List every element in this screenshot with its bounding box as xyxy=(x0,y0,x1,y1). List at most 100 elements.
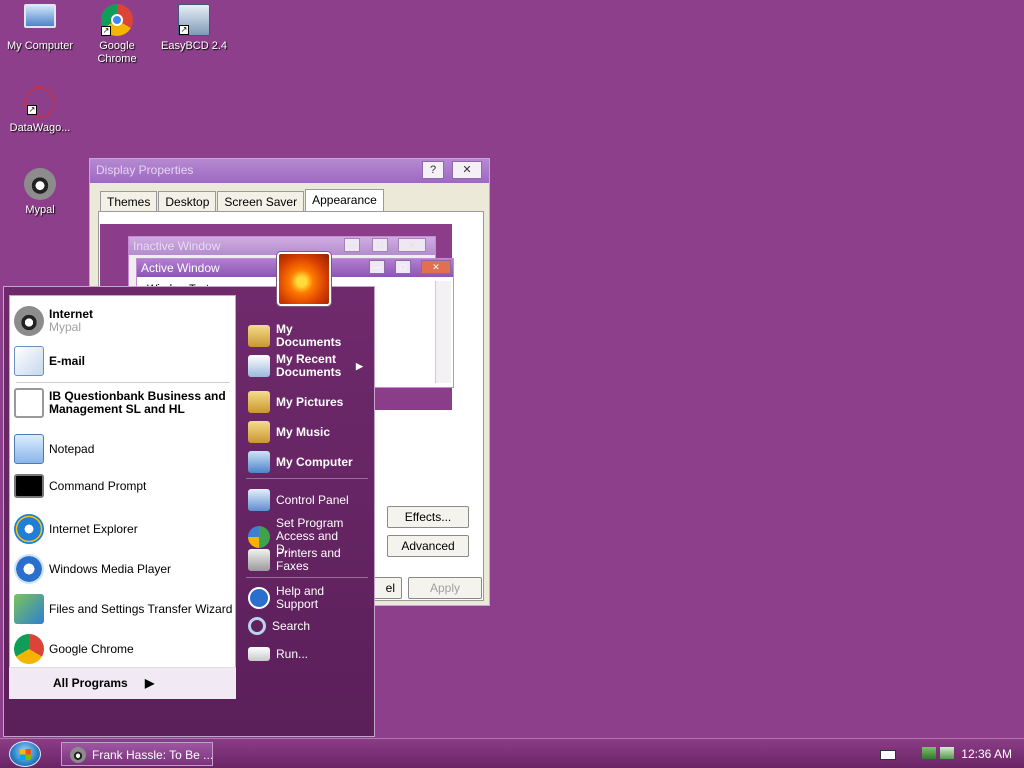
shortcut-arrow-icon: ↗ xyxy=(27,105,37,115)
shortcut-arrow-icon: ↗ xyxy=(101,26,111,36)
email-icon xyxy=(14,346,44,376)
places-run[interactable]: Run... xyxy=(248,647,374,661)
control-panel-icon xyxy=(248,489,270,511)
pinned-email-label: E-mail xyxy=(49,353,86,368)
places-my-pictures[interactable]: My Pictures xyxy=(248,391,374,413)
places-label: My Recent Documents xyxy=(276,352,342,379)
help-icon xyxy=(248,587,270,609)
desktop-icon-easybcd[interactable]: ↗ EasyBCD 2.4 xyxy=(154,4,234,53)
tab-appearance[interactable]: Appearance xyxy=(305,189,384,211)
places-search[interactable]: Search xyxy=(248,617,374,635)
places-my-documents[interactable]: My Documents xyxy=(248,323,374,349)
places-my-computer[interactable]: My Computer xyxy=(248,451,374,473)
recent-program-files-settings-transfer[interactable]: Files and Settings Transfer Wizard xyxy=(14,594,234,624)
raccoon-icon xyxy=(70,747,86,763)
desktop-icon-my-computer[interactable]: My Computer xyxy=(0,4,80,53)
restore-icon: □ xyxy=(395,260,411,274)
places-my-music[interactable]: My Music xyxy=(248,421,374,443)
music-folder-icon xyxy=(248,421,270,443)
recent-program-windows-media-player[interactable]: Windows Media Player xyxy=(14,554,234,584)
recent-program-notepad[interactable]: Notepad xyxy=(14,434,234,464)
places-control-panel[interactable]: Control Panel xyxy=(248,489,374,511)
chrome-icon: ↗ xyxy=(101,4,133,36)
recent-program-label: Command Prompt xyxy=(49,478,147,493)
tab-screen-saver[interactable]: Screen Saver xyxy=(217,191,305,211)
advanced-button[interactable]: Advanced xyxy=(387,535,469,557)
printer-icon xyxy=(248,549,270,571)
search-icon xyxy=(248,617,266,635)
shortcut-arrow-icon: ↗ xyxy=(179,25,189,35)
media-player-icon xyxy=(14,554,44,584)
documents-folder-icon xyxy=(248,325,270,347)
recent-program-internet-explorer[interactable]: Internet Explorer xyxy=(14,514,234,544)
preview-active-title: Active Window xyxy=(141,261,220,275)
pinned-email[interactable]: E-mail xyxy=(14,346,234,376)
tab-strip: Themes Desktop Screen Saver Appearance xyxy=(100,189,385,211)
tab-themes[interactable]: Themes xyxy=(100,191,158,211)
places-label: Control Panel xyxy=(276,492,349,507)
places-label: Search xyxy=(272,618,311,633)
chevron-right-icon: ▶ xyxy=(145,676,155,690)
places-my-recent-documents[interactable]: My Recent Documents ▶ xyxy=(248,353,374,379)
desktop-icon-label: EasyBCD 2.4 xyxy=(160,40,228,52)
places-label: Help and Support xyxy=(276,584,325,611)
internet-explorer-icon xyxy=(14,514,44,544)
taskbar: Frank Hassle: To Be ... 12:36 AM xyxy=(0,738,1024,768)
recent-program-google-chrome[interactable]: Google Chrome xyxy=(14,634,234,664)
start-menu-programs: Internet Mypal E-mail IB Questionbank Bus… xyxy=(9,295,236,699)
places-label: Run... xyxy=(276,646,309,661)
all-programs-button[interactable]: All Programs ▶ xyxy=(9,667,236,699)
close-icon: ✕ xyxy=(398,238,426,252)
divider xyxy=(246,577,368,578)
desktop-icon-label: Mypal xyxy=(25,204,55,216)
command-prompt-icon xyxy=(14,474,44,498)
desktop-icon-mypal[interactable]: Mypal xyxy=(0,168,80,217)
effects-button[interactable]: Effects... xyxy=(387,506,469,528)
taskbar-button-label: Frank Hassle: To Be ... xyxy=(92,748,213,762)
apply-button[interactable]: Apply xyxy=(408,577,482,599)
keyboard-icon[interactable] xyxy=(880,750,896,760)
close-button[interactable]: ✕ xyxy=(452,161,482,179)
safely-remove-icon[interactable] xyxy=(940,747,954,759)
window-title: Display Properties xyxy=(96,163,194,177)
divider xyxy=(246,478,368,479)
minimize-icon: — xyxy=(344,238,360,252)
recent-program-label: Internet Explorer xyxy=(49,521,138,536)
preview-scrollbar xyxy=(435,281,451,383)
start-menu: Internet Mypal E-mail IB Questionbank Bus… xyxy=(3,286,375,737)
divider xyxy=(16,382,230,383)
pinned-internet[interactable]: Internet Mypal xyxy=(14,306,234,336)
start-button[interactable] xyxy=(9,741,41,767)
user-picture xyxy=(277,252,331,306)
places-help-support[interactable]: Help and Support xyxy=(248,585,374,611)
chevron-right-icon: ▶ xyxy=(356,360,363,371)
recent-program-label: Notepad xyxy=(49,441,95,456)
recent-documents-icon xyxy=(248,355,270,377)
minimize-icon: — xyxy=(369,260,385,274)
desktop-icon-label: DataWago... xyxy=(9,122,71,134)
tab-desktop[interactable]: Desktop xyxy=(158,191,217,211)
recent-program-label: IB Questionbank Business and Management … xyxy=(49,389,226,416)
computer-icon xyxy=(24,4,56,28)
window-titlebar[interactable]: Display Properties ? ✕ xyxy=(90,159,489,183)
recent-program-label: Files and Settings Transfer Wizard xyxy=(49,601,233,616)
network-icon[interactable] xyxy=(922,747,936,759)
raccoon-icon xyxy=(24,168,56,200)
places-label: My Pictures xyxy=(276,394,344,409)
help-button[interactable]: ? xyxy=(422,161,444,179)
all-programs-label: All Programs xyxy=(53,676,128,690)
recent-program-label: Windows Media Player xyxy=(49,561,172,576)
places-label: My Documents xyxy=(276,322,342,349)
notepad-icon xyxy=(14,434,44,464)
desktop-icon-label: My Computer xyxy=(6,40,74,52)
clock[interactable]: 12:36 AM xyxy=(961,747,1012,761)
run-icon xyxy=(248,647,270,661)
recent-program-ib-questionbank[interactable]: IB Questionbank Business and Management … xyxy=(14,388,234,418)
desktop-icon-google-chrome[interactable]: ↗ Google Chrome xyxy=(77,4,157,66)
unknown-program-icon xyxy=(14,388,44,418)
taskbar-button-mypal[interactable]: Frank Hassle: To Be ... xyxy=(61,742,213,766)
places-printers-faxes[interactable]: Printers and Faxes xyxy=(248,547,374,573)
recent-program-command-prompt[interactable]: Command Prompt xyxy=(14,474,234,498)
desktop-icon-datawagon[interactable]: ↗ DataWago... xyxy=(0,86,80,135)
easybcd-icon: ↗ xyxy=(178,4,210,36)
